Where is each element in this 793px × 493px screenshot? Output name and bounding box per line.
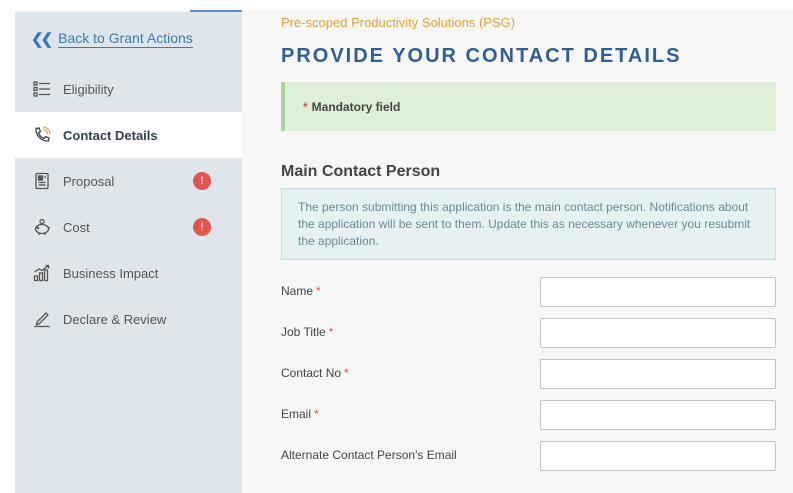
section-title: Main Contact Person <box>281 163 441 180</box>
checklist-icon <box>33 80 51 98</box>
form-row-name: Name * <box>281 277 776 307</box>
error-badge: ! <box>193 218 211 236</box>
document-icon <box>33 172 51 190</box>
back-to-grant-actions-link[interactable]: ❮❮ Back to Grant Actions <box>31 30 193 48</box>
phone-icon <box>33 126 51 144</box>
sidebar-item-declare-review[interactable]: Declare & Review <box>15 296 242 342</box>
mandatory-text: Mandatory field <box>311 99 401 114</box>
sidebar-item-business-impact[interactable]: Business Impact <box>15 250 242 296</box>
job-title-label: Job Title * <box>281 325 334 339</box>
required-star: * <box>303 99 308 114</box>
form-row-contact-no: Contact No * <box>281 359 776 389</box>
info-box: The person submitting this application i… <box>281 188 776 260</box>
sidebar-item-label: Declare & Review <box>63 311 167 327</box>
contact-no-label: Contact No * <box>281 366 349 380</box>
double-chevron-left-icon: ❮❮ <box>31 31 53 48</box>
sidebar-item-label: Contact Details <box>63 127 158 143</box>
form-row-alternate-email: Alternate Contact Person's Email <box>281 441 776 471</box>
sidebar-item-label: Proposal <box>63 173 115 189</box>
email-label: Email * <box>281 407 319 421</box>
sidebar-item-label: Eligibility <box>63 81 114 97</box>
sidebar-item-contact-details[interactable]: Contact Details <box>15 112 242 158</box>
form-row-job-title: Job Title * <box>281 318 776 348</box>
pen-signature-icon <box>33 310 51 328</box>
piggy-bank-icon <box>33 218 51 236</box>
sidebar-item-cost[interactable]: Cost ! <box>15 204 242 250</box>
name-label: Name * <box>281 284 321 298</box>
sidebar: ❮❮ Back to Grant Actions Eligibility Con… <box>15 12 242 493</box>
name-input[interactable] <box>540 277 776 307</box>
scheme-name: Pre-scoped Productivity Solutions (PSG) <box>281 15 516 30</box>
sidebar-nav: Eligibility Contact Details Proposal ! C… <box>15 66 242 342</box>
alternate-email-input[interactable] <box>540 441 776 471</box>
alternate-email-label: Alternate Contact Person's Email <box>281 448 457 462</box>
page-title: PROVIDE YOUR CONTACT DETAILS <box>281 45 682 67</box>
mandatory-field-notice: * Mandatory field <box>281 82 776 131</box>
job-title-input[interactable] <box>540 318 776 348</box>
sidebar-item-proposal[interactable]: Proposal ! <box>15 158 242 204</box>
error-badge: ! <box>193 172 211 190</box>
sidebar-item-eligibility[interactable]: Eligibility <box>15 66 242 112</box>
contact-no-input[interactable] <box>540 359 776 389</box>
back-link-label: Back to Grant Actions <box>58 30 193 48</box>
form-row-email: Email * <box>281 400 776 430</box>
email-input[interactable] <box>540 400 776 430</box>
sidebar-item-label: Cost <box>63 219 90 235</box>
sidebar-item-label: Business Impact <box>63 265 159 281</box>
growth-chart-icon <box>33 264 51 282</box>
